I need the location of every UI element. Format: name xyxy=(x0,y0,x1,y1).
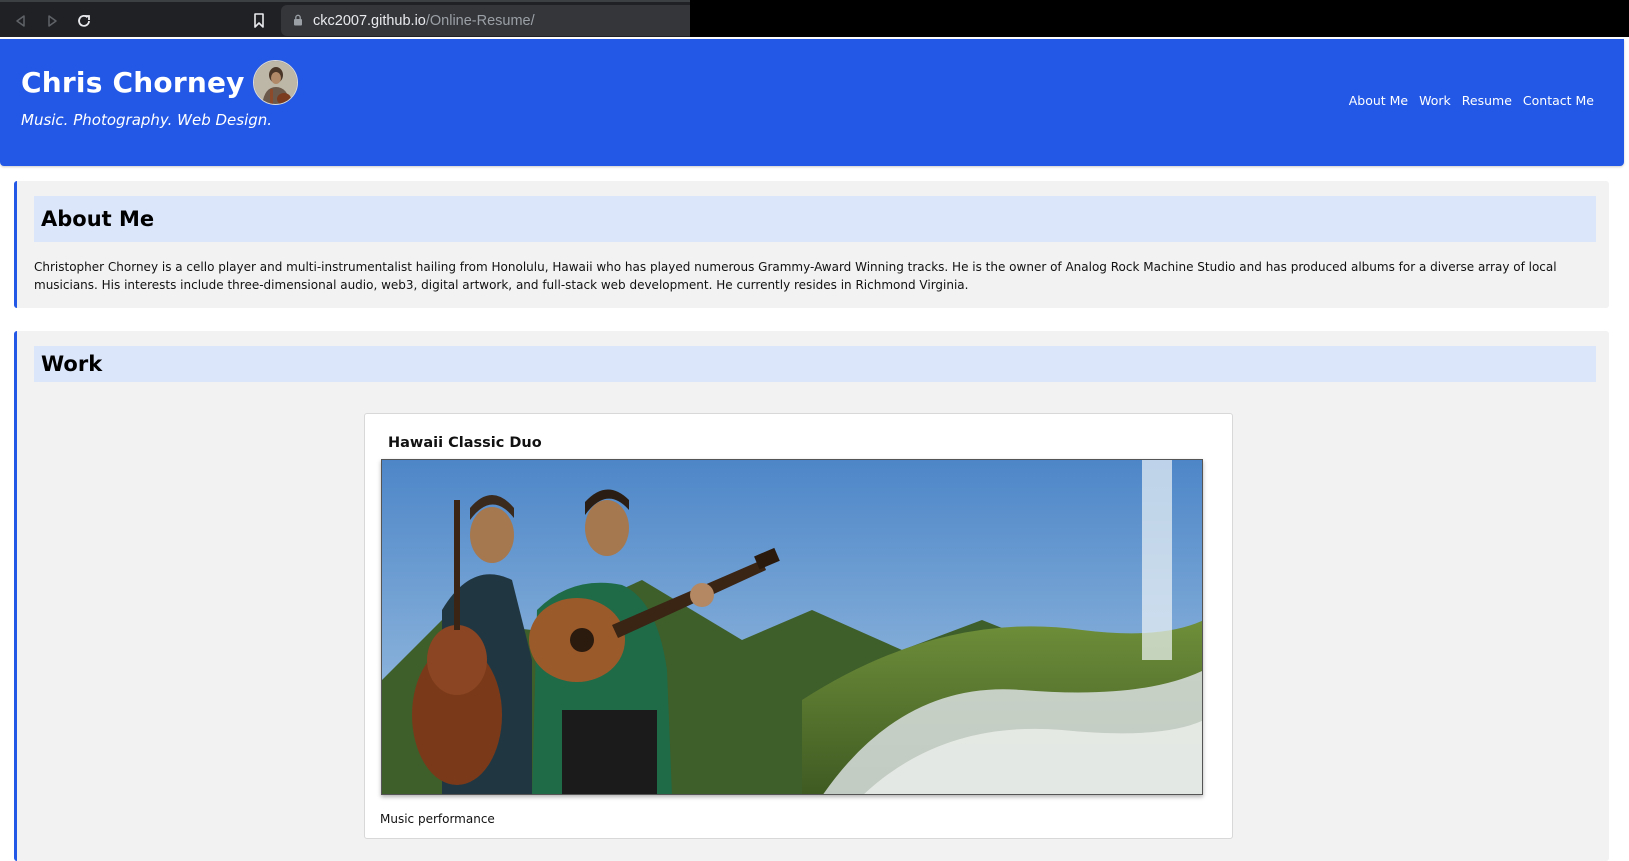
about-heading-bar: About Me xyxy=(34,196,1596,242)
about-heading: About Me xyxy=(41,207,155,231)
site-name[interactable]: Chris Chorney xyxy=(21,66,245,99)
browser-toolbar: ckc2007.github.io/Online-Resume/ xyxy=(0,0,690,37)
about-section: About Me Christopher Chorney is a cello … xyxy=(14,181,1609,308)
avatar xyxy=(252,60,298,105)
work-card[interactable]: Hawaii Classic Duo Music performance xyxy=(364,413,1233,839)
reload-icon[interactable] xyxy=(71,8,97,34)
nav-link-contact-me[interactable]: Contact Me xyxy=(1523,93,1594,108)
about-text: Christopher Chorney is a cello player an… xyxy=(34,260,1557,292)
lock-icon xyxy=(293,11,303,30)
forward-arrow-icon[interactable] xyxy=(39,8,65,34)
tagline: Music. Photography. Web Design. xyxy=(21,111,273,129)
nav-link-about-me[interactable]: About Me xyxy=(1349,93,1408,108)
work-card-caption: Music performance xyxy=(380,812,495,826)
nav-link-work[interactable]: Work xyxy=(1419,93,1451,108)
browser-chrome: ckc2007.github.io/Online-Resume/ xyxy=(0,0,1629,37)
back-arrow-icon[interactable] xyxy=(8,8,34,34)
bookmark-icon[interactable] xyxy=(248,8,270,34)
work-heading-bar: Work xyxy=(34,346,1596,382)
main-nav: About Me Work Resume Contact Me xyxy=(1349,93,1594,108)
work-card-image[interactable] xyxy=(381,459,1203,795)
work-heading: Work xyxy=(41,352,103,376)
brand: Chris Chorney xyxy=(21,60,298,105)
work-card-title: Hawaii Classic Duo xyxy=(388,435,542,451)
address-bar[interactable]: ckc2007.github.io/Online-Resume/ xyxy=(281,5,690,36)
url-path: /Online-Resume/ xyxy=(425,12,535,29)
url-host: ckc2007.github.io xyxy=(313,12,426,29)
nav-link-resume[interactable]: Resume xyxy=(1462,93,1512,108)
site-header: Chris Chorney Music. Photography. Web De… xyxy=(0,39,1624,166)
